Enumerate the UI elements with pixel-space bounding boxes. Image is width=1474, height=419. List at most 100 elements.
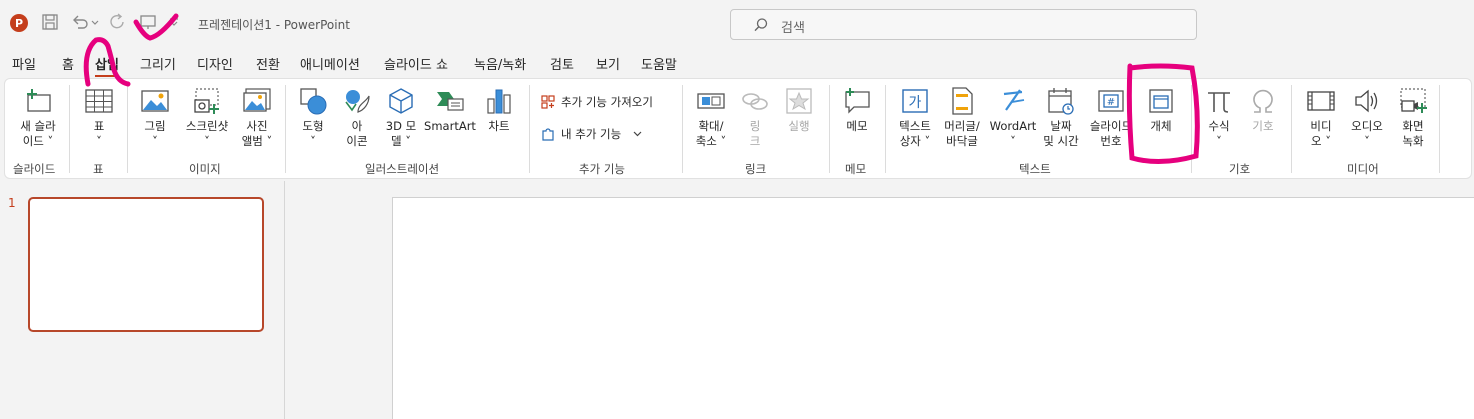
get-addins-button[interactable]: 추가 기능 가져오기 <box>539 93 653 111</box>
powerpoint-logo-icon: P <box>10 14 28 32</box>
tab-design[interactable]: 디자인 <box>197 54 233 73</box>
wordart-button[interactable]: WordArt ˅ <box>987 85 1039 149</box>
smartart-icon <box>434 85 466 117</box>
search-placeholder: 검색 <box>781 21 805 36</box>
group-label-table: 표 <box>93 162 104 176</box>
store-icon <box>539 93 557 111</box>
calendar-icon <box>1045 85 1077 117</box>
group-label-slides: 슬라이드 <box>13 162 56 176</box>
group-separator <box>285 85 286 173</box>
group-label-symbols: 기호 <box>1229 162 1251 176</box>
slide-thumbnail-pane: 1 <box>0 181 285 419</box>
group-separator <box>1191 85 1192 173</box>
my-addins-button[interactable]: 내 추가 기능 <box>539 125 642 143</box>
slide-number-button[interactable]: # 슬라이드 번호 <box>1085 85 1137 149</box>
shapes-button[interactable]: 도형 ˅ <box>295 85 331 149</box>
chart-button[interactable]: 차트 <box>481 85 517 134</box>
film-icon <box>1305 85 1337 117</box>
tab-insert[interactable]: 삽입 <box>95 54 119 77</box>
table-icon <box>83 85 115 117</box>
tab-recording[interactable]: 녹음/녹화 <box>474 54 526 73</box>
date-time-button[interactable]: 날짜 및 시간 <box>1041 85 1081 149</box>
group-separator <box>127 85 128 173</box>
new-slide-button[interactable]: 새 슬라 이드 ˅ <box>15 85 61 149</box>
picture-icon <box>139 85 171 117</box>
tab-file[interactable]: 파일 <box>12 54 36 73</box>
header-footer-icon <box>946 85 978 117</box>
comment-button[interactable]: 메모 <box>839 85 875 134</box>
header-footer-button[interactable]: 머리글/ 바닥글 <box>939 85 985 149</box>
object-button[interactable]: 개체 <box>1141 85 1181 134</box>
chevron-down-icon <box>633 127 642 141</box>
icons-button[interactable]: 아 이콘 <box>339 85 375 149</box>
smartart-button[interactable]: SmartArt <box>423 85 477 134</box>
object-icon <box>1145 85 1177 117</box>
screenshot-icon <box>191 85 223 117</box>
group-separator <box>829 85 830 173</box>
group-separator <box>529 85 530 173</box>
wordart-icon <box>997 85 1029 117</box>
group-separator <box>1439 85 1440 173</box>
textbox-button[interactable]: 가 텍스트 상자 ˅ <box>893 85 937 149</box>
group-label-addins: 추가 기능 <box>579 162 625 176</box>
save-icon[interactable] <box>40 12 60 32</box>
slide-number-icon: # <box>1095 85 1127 117</box>
action-button[interactable]: 실행 <box>781 85 817 134</box>
icons-icon <box>341 85 373 117</box>
puzzle-icon <box>539 125 557 143</box>
zoom-button[interactable]: 확대/ 축소 ˅ <box>689 85 733 149</box>
chart-icon <box>483 85 515 117</box>
tab-help[interactable]: 도움말 <box>641 54 677 73</box>
screenshot-button[interactable]: 스크린샷 ˅ <box>179 85 235 149</box>
screen-recording-button[interactable]: 화면 녹화 <box>1393 85 1433 149</box>
group-label-illustrations: 일러스트레이션 <box>365 162 440 176</box>
group-separator <box>1291 85 1292 173</box>
tab-transitions[interactable]: 전환 <box>256 54 280 73</box>
link-icon <box>739 85 771 117</box>
redo-icon[interactable] <box>108 12 128 32</box>
equation-button[interactable]: 수식 ˅ <box>1201 85 1237 149</box>
search-icon <box>753 17 769 37</box>
group-separator <box>69 85 70 173</box>
slide-thumbnail[interactable] <box>28 197 264 332</box>
group-label-comments: 메모 <box>845 162 867 176</box>
shapes-icon <box>297 85 329 117</box>
picture-button[interactable]: 그림 ˅ <box>135 85 175 149</box>
video-button[interactable]: 비디 오 ˅ <box>1303 85 1339 149</box>
group-label-links: 링크 <box>745 162 767 176</box>
svg-text:가: 가 <box>909 95 922 111</box>
search-input[interactable]: 검색 <box>730 9 1197 40</box>
group-label-text: 텍스트 <box>1019 162 1051 176</box>
customize-toolbar-icon[interactable] <box>168 12 180 32</box>
tab-animations[interactable]: 애니메이션 <box>300 54 360 73</box>
slide-number-label: 1 <box>8 196 16 210</box>
tab-view[interactable]: 보기 <box>596 54 620 73</box>
symbol-button[interactable]: 기호 <box>1245 85 1281 134</box>
3d-models-button[interactable]: 3D 모 델 ˅ <box>381 85 421 149</box>
group-separator <box>682 85 683 173</box>
photo-album-button[interactable]: 사진 앨범 ˅ <box>235 85 279 149</box>
action-star-icon <box>783 85 815 117</box>
undo-dropdown-icon[interactable] <box>90 12 100 32</box>
svg-text:#: # <box>1107 97 1115 108</box>
tab-home[interactable]: 홈 <box>62 54 74 73</box>
photo-album-icon <box>241 85 273 117</box>
table-button[interactable]: 표 ˅ <box>79 85 119 149</box>
speaker-icon <box>1351 85 1383 117</box>
pi-icon <box>1203 85 1235 117</box>
textbox-icon: 가 <box>899 85 931 117</box>
tab-draw[interactable]: 그리기 <box>140 54 176 73</box>
tab-review[interactable]: 검토 <box>550 54 574 73</box>
audio-button[interactable]: 오디오 ˅ <box>1347 85 1387 149</box>
tab-slideshow[interactable]: 슬라이드 쇼 <box>384 54 448 73</box>
omega-icon <box>1247 85 1279 117</box>
slide-canvas[interactable] <box>392 197 1474 419</box>
new-slide-icon <box>22 85 54 117</box>
present-icon[interactable] <box>138 12 158 32</box>
link-button[interactable]: 링 크 <box>737 85 773 149</box>
group-separator <box>885 85 886 173</box>
ribbon-tabs: 파일 홈 삽입 그리기 디자인 전환 애니메이션 슬라이드 쇼 녹음/녹화 검토… <box>0 50 1474 77</box>
title-bar: P 프레젠테이션1 - PowerPoint 검색 <box>0 0 1474 48</box>
group-label-images: 이미지 <box>189 162 221 176</box>
undo-icon[interactable] <box>70 12 90 32</box>
